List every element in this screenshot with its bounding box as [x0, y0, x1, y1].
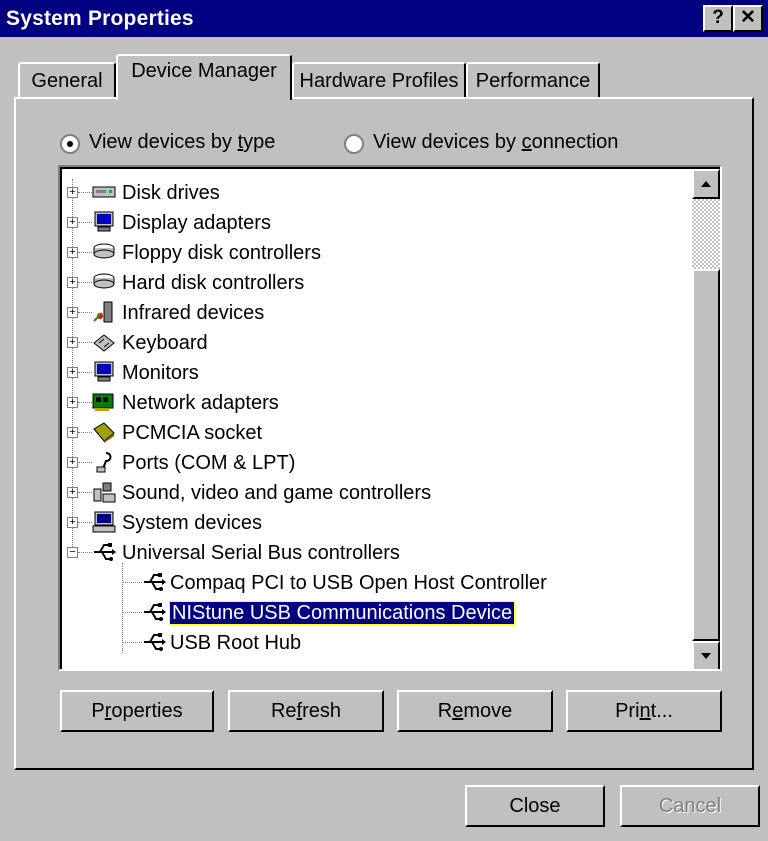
device-tree-inner: + Disk drives + Display adapters + Floppy dis…	[60, 167, 720, 669]
sound-icon	[92, 481, 116, 503]
tree-connector	[78, 342, 92, 344]
tab-hardware-profiles[interactable]: Hardware Profiles	[292, 62, 466, 98]
view-by-type-label[interactable]: View devices by type	[89, 131, 275, 154]
computer-icon	[92, 511, 116, 533]
disk-drive-icon	[92, 181, 116, 203]
device-category[interactable]: Ports (COM & LPT)	[122, 449, 295, 477]
tree-connector	[122, 582, 142, 584]
view-by-connection-label[interactable]: View devices by connection	[373, 131, 618, 154]
scroll-up-button[interactable]	[692, 169, 720, 199]
tab-performance[interactable]: Performance	[466, 62, 600, 98]
device-category[interactable]: Monitors	[122, 359, 199, 387]
usb-icon	[92, 541, 116, 563]
tab-general[interactable]: General	[18, 62, 116, 98]
cancel-button[interactable]: Cancel	[620, 785, 760, 827]
tab-device-manager[interactable]: Device Manager	[116, 54, 292, 100]
close-icon[interactable]: ✕	[733, 5, 763, 32]
tree-connector	[78, 432, 92, 434]
device-item-selected[interactable]: NIStune USB Communications Device	[168, 599, 516, 627]
expand-icon[interactable]: +	[67, 307, 78, 318]
expand-icon[interactable]: +	[67, 187, 78, 198]
tree-connector	[122, 642, 142, 644]
pcmcia-icon	[92, 421, 116, 443]
tree-connector	[78, 252, 92, 254]
tree-connector-children	[122, 563, 124, 653]
device-category[interactable]: Network adapters	[122, 389, 279, 417]
tree-connector	[78, 522, 92, 524]
arrow-up-icon	[701, 181, 711, 187]
device-category[interactable]: Disk drives	[122, 179, 220, 207]
remove-button[interactable]: Remove	[397, 690, 553, 732]
monitor-icon	[92, 211, 116, 233]
usb-icon	[142, 631, 166, 653]
expand-icon[interactable]: +	[67, 337, 78, 348]
expand-icon[interactable]: +	[67, 217, 78, 228]
scroll-down-button[interactable]	[692, 641, 720, 669]
radio-dot	[67, 141, 73, 147]
device-category[interactable]: Infrared devices	[122, 299, 264, 327]
expand-icon[interactable]: +	[67, 457, 78, 468]
tree-connector	[78, 492, 92, 494]
arrow-down-icon	[701, 653, 711, 659]
device-item-label: NIStune USB Communications Device	[168, 601, 516, 625]
usb-icon	[142, 601, 166, 623]
device-item-label: USB Root Hub	[170, 632, 302, 654]
tree-connector	[78, 222, 92, 224]
usb-icon	[142, 571, 166, 593]
device-item[interactable]: USB Root Hub	[170, 629, 301, 657]
device-category[interactable]: Universal Serial Bus controllers	[122, 539, 400, 567]
expand-icon[interactable]: +	[67, 367, 78, 378]
infrared-icon	[92, 301, 116, 323]
view-by-type-radio[interactable]	[60, 134, 80, 154]
collapse-icon[interactable]: −	[67, 547, 78, 558]
keyboard-icon	[92, 331, 116, 353]
device-category[interactable]: Floppy disk controllers	[122, 239, 321, 267]
expand-icon[interactable]: +	[67, 277, 78, 288]
device-category[interactable]: Sound, video and game controllers	[122, 479, 431, 507]
tree-connector	[78, 402, 92, 404]
monitor-icon	[92, 361, 116, 383]
disk-controller-icon	[92, 271, 116, 293]
device-category[interactable]: Keyboard	[122, 329, 208, 357]
expand-icon[interactable]: +	[67, 517, 78, 528]
refresh-button[interactable]: Refresh	[228, 690, 384, 732]
vertical-scrollbar[interactable]	[692, 169, 720, 669]
expand-icon[interactable]: +	[67, 397, 78, 408]
print-button[interactable]: Print...	[566, 690, 722, 732]
tree-connector	[78, 312, 92, 314]
tree-connector	[78, 192, 92, 194]
network-adapter-icon	[92, 391, 116, 413]
expand-icon[interactable]: +	[67, 487, 78, 498]
properties-button[interactable]: Properties	[60, 690, 214, 732]
help-button[interactable]: ?	[703, 5, 733, 32]
tree-connector	[122, 612, 142, 614]
tree-connector	[78, 282, 92, 284]
title-bar[interactable]: System Properties ? ✕	[0, 0, 768, 37]
device-tree[interactable]: + Disk drives + Display adapters + Floppy dis…	[58, 165, 722, 671]
view-by-connection-radio[interactable]	[344, 134, 364, 154]
port-icon	[92, 451, 116, 473]
close-button[interactable]: Close	[465, 785, 605, 827]
device-category[interactable]: PCMCIA socket	[122, 419, 262, 447]
disk-controller-icon	[92, 241, 116, 263]
device-category[interactable]: Hard disk controllers	[122, 269, 304, 297]
device-category[interactable]: Display adapters	[122, 209, 271, 237]
device-item-label: Compaq PCI to USB Open Host Controller	[170, 572, 547, 594]
system-properties-window: System Properties ? ✕ General Device Man…	[0, 0, 768, 841]
expand-icon[interactable]: +	[67, 247, 78, 258]
device-item[interactable]: Compaq PCI to USB Open Host Controller	[170, 569, 547, 597]
tree-connector	[78, 552, 92, 554]
expand-icon[interactable]: +	[67, 427, 78, 438]
tree-connector	[78, 462, 92, 464]
tree-connector	[78, 372, 92, 374]
device-category[interactable]: System devices	[122, 509, 262, 537]
scroll-thumb[interactable]	[692, 269, 720, 641]
scroll-track[interactable]	[692, 199, 720, 269]
window-title: System Properties	[6, 7, 194, 30]
